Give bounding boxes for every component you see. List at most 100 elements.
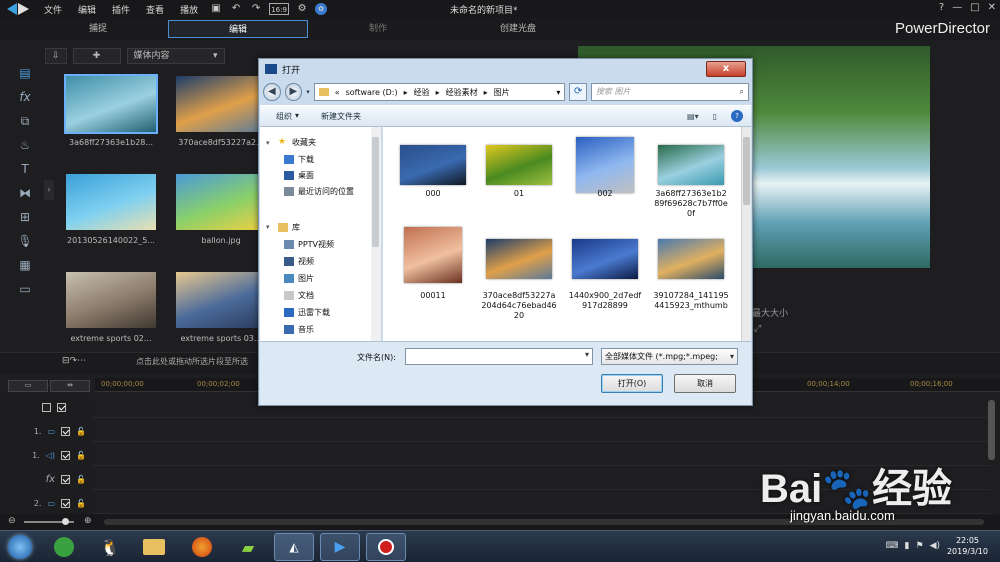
menu-edit[interactable]: 编辑 [70,3,104,16]
tab-produce[interactable]: 制作 [308,20,448,38]
file-name[interactable]: 39107284_1411954415923_mthumb [653,291,729,311]
track-enable-checkbox[interactable] [61,474,71,484]
nav-section-header[interactable]: 库 [278,222,300,233]
file-thumbnail[interactable] [658,239,724,279]
keyboard-icon[interactable]: ⌨ [886,541,899,551]
breadcrumb-pictures[interactable]: 图片 [494,87,510,98]
nav-scroll-thumb[interactable] [372,137,379,247]
maximize-icon[interactable]: □ [970,2,979,13]
tab-edit[interactable]: 编辑 [168,20,308,38]
file-list-scrollbar[interactable] [741,127,751,341]
system-clock[interactable]: 22:05 2019/3/10 [947,535,988,557]
track-enable-checkbox[interactable] [57,402,66,412]
nav-scrollbar[interactable] [371,127,381,341]
timeline-track[interactable]: 1. ▭ 🔓 [0,420,990,442]
voiceover-icon[interactable]: 🎙 [16,232,34,250]
nav-item[interactable]: PPTV视频 [284,239,334,250]
library-thumbnail[interactable] [176,272,260,328]
file-name[interactable]: 3a68ff27363e1b289f69628c7b7ff0e0f [653,189,729,219]
tab-capture[interactable]: 捕捉 [28,20,168,38]
lock-icon[interactable]: 🔓 [76,451,86,460]
taskbar-app-player[interactable]: ▶ [320,533,360,561]
forward-arrow-icon[interactable]: ▶ [284,83,303,101]
file-thumbnail[interactable] [400,145,466,185]
library-dropdown[interactable]: 媒体内容 ▾ [126,48,225,64]
save-icon[interactable]: ▣ [209,3,223,15]
recent-dropdown-icon[interactable]: ▾ [306,88,310,96]
nav-item[interactable]: 下载 [284,154,314,165]
file-thumbnail[interactable] [658,145,724,185]
taskbar-app-360[interactable] [44,533,84,561]
file-thumbnail[interactable] [576,137,634,193]
nav-item[interactable]: 最近访问的位置 [284,186,354,197]
search-input[interactable]: 搜索 图片 ⌕ [590,83,749,101]
filename-input[interactable]: ▾ [405,348,593,365]
zoom-in-icon[interactable]: ⊕ [84,516,92,526]
flag-icon[interactable]: ⚑ [915,541,923,551]
menu-file[interactable]: 文件 [36,3,70,16]
zoom-slider-handle[interactable] [62,518,69,525]
nav-section-header[interactable]: ★ 收藏夹 [278,137,316,148]
nav-item[interactable]: 视频 [284,256,314,267]
help-icon[interactable]: ? [939,2,944,13]
settings-gear-icon[interactable]: ⚙ [295,3,309,15]
dialog-title-bar[interactable]: 打开 [259,59,752,79]
menu-playback[interactable]: 播放 [172,3,206,16]
tab-create-disc[interactable]: 创建光盘 [448,20,588,38]
taskbar-app-firefox[interactable] [182,533,222,561]
close-icon[interactable]: ✕ [988,2,996,13]
track-enable-checkbox[interactable] [61,426,71,436]
pip-room-icon[interactable]: ⧉ [16,112,34,130]
library-thumbnail[interactable] [176,174,260,230]
timeline-view-icon[interactable]: ▭ [8,380,48,392]
preview-size-label[interactable]: 最大大小 [752,306,788,319]
plugin-icon[interactable]: ✚ [72,48,121,64]
chevron-down-icon[interactable]: ▾ [585,350,589,359]
address-bar[interactable]: « software (D:) ▸ 经验 ▸ 经验素材 ▸ 图片 ▾ [313,83,566,101]
cancel-button[interactable]: 取消 [674,374,736,393]
file-name[interactable]: 000 [395,189,471,199]
file-scroll-thumb[interactable] [743,137,750,205]
zoom-out-icon[interactable]: ⊖ [8,516,16,526]
particle-room-icon[interactable]: ♨ [16,136,34,154]
timeline-vscroll[interactable] [988,400,995,460]
breadcrumb-exp[interactable]: 经验 [414,87,430,98]
organize-button[interactable]: 组织 ▾ [276,111,299,122]
taskbar-app-recorder[interactable] [366,533,406,561]
nav-item[interactable]: 图片 [284,273,314,284]
breadcrumb-drive[interactable]: software (D:) [346,88,398,97]
chapter-icon[interactable]: ▦ [16,256,34,274]
subtitle-icon[interactable]: ▭ [16,280,34,298]
undo-icon[interactable]: ↶ [229,3,243,15]
expand-toggle-icon[interactable]: ▾ [266,223,270,231]
file-thumbnail[interactable] [486,145,552,185]
track-toggle-icon[interactable] [42,402,51,412]
import-icon[interactable]: ⇩ [45,48,67,64]
fullscreen-icon[interactable]: ⤢ [754,324,761,334]
view-options-icon[interactable]: ▤▾ [687,112,699,121]
breadcrumb-material[interactable]: 经验素材 [446,87,478,98]
taskbar-app-media[interactable]: ▰ [228,533,268,561]
network-icon[interactable]: ▮ [905,541,910,551]
volume-icon[interactable]: ◀) [930,541,940,551]
fx-room-icon[interactable]: fx [16,88,34,106]
library-thumbnail[interactable] [176,76,260,132]
refresh-icon[interactable]: ⟳ [569,83,587,101]
file-name[interactable]: 370ace8df53227a204d64c76ebad4620 [481,291,557,321]
taskbar-app-explorer[interactable] [134,533,174,561]
filetype-select[interactable]: 全部媒体文件 (*.mpg;*.mpeg; ▾ [601,348,738,365]
audio-mixing-icon[interactable]: ⊞ [16,208,34,226]
fit-timeline-icon[interactable]: ⇹ [50,380,90,392]
lock-icon[interactable]: 🔓 [76,427,86,436]
transition-room-icon[interactable]: ⧓ [16,184,34,202]
start-button[interactable] [4,533,36,561]
library-thumbnail[interactable] [64,74,158,134]
file-thumbnail[interactable] [404,227,462,283]
file-name[interactable]: 00011 [395,291,471,301]
track-enable-checkbox[interactable] [61,498,71,508]
nav-item[interactable]: 文档 [284,290,314,301]
file-name[interactable]: 01 [481,189,557,199]
file-thumbnail[interactable] [486,239,552,279]
nav-item[interactable]: 迅雷下载 [284,307,330,318]
address-dropdown-icon[interactable]: ▾ [556,88,560,97]
